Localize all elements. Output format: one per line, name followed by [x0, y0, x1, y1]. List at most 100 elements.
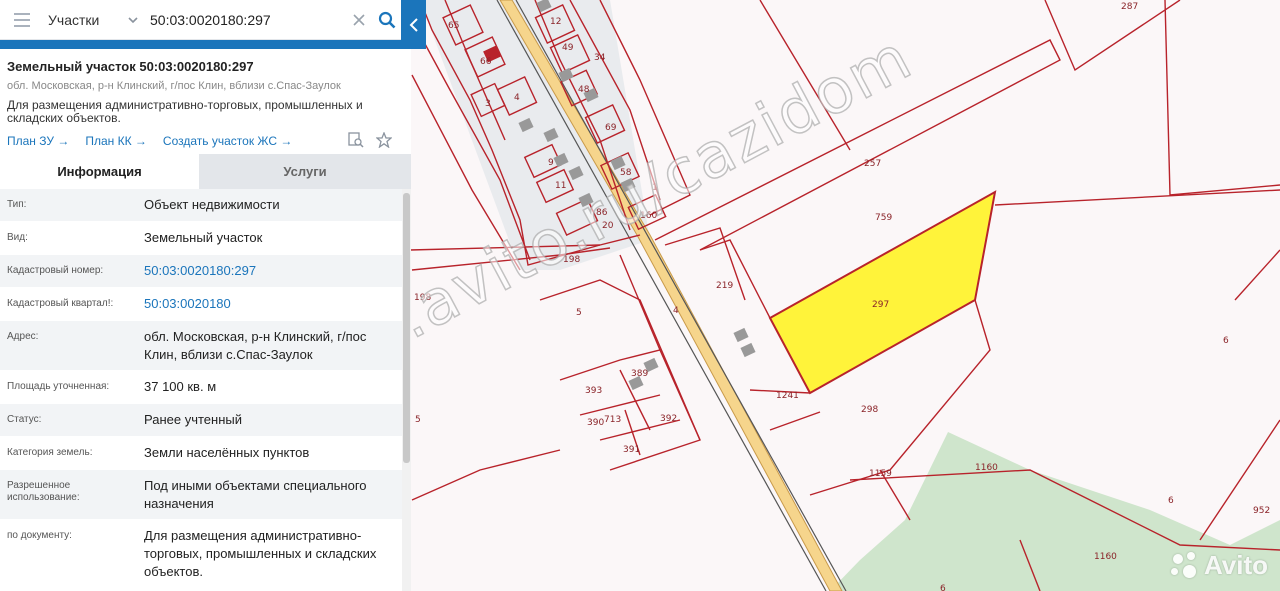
- search-document-icon[interactable]: [347, 131, 365, 149]
- table-row: Кадастровый квартал!: 50:03:0020180: [0, 288, 402, 321]
- avito-logo: Avito: [1170, 550, 1268, 581]
- svg-text:58: 58: [620, 168, 632, 178]
- object-type-select[interactable]: Участки: [44, 12, 142, 28]
- info-panel: Земельный участок 50:03:0020180:297 обл.…: [0, 49, 411, 591]
- svg-text:198: 198: [563, 255, 580, 265]
- svg-text:34: 34: [594, 53, 606, 63]
- row-label: Категория земель:: [7, 447, 93, 458]
- panel-tabs: Информация Услуги: [0, 154, 411, 189]
- svg-text:219: 219: [716, 281, 733, 291]
- card-actions: [347, 131, 393, 149]
- row-label: по документу:: [7, 530, 72, 541]
- row-value: Объект недвижимости: [144, 197, 280, 212]
- svg-text:160: 160: [640, 211, 657, 221]
- svg-text:713: 713: [604, 415, 621, 425]
- tab-information[interactable]: Информация: [0, 154, 199, 189]
- row-value: 37 100 кв. м: [144, 379, 217, 394]
- row-value: Ранее учтенный: [144, 412, 242, 427]
- svg-text:6: 6: [1223, 336, 1229, 346]
- row-label: Адрес:: [7, 331, 39, 342]
- road-edge-left: [496, 0, 827, 591]
- svg-text:6: 6: [1168, 496, 1174, 506]
- svg-text:759: 759: [875, 213, 892, 223]
- header-accent-strip: [0, 40, 426, 49]
- svg-text:11: 11: [555, 181, 566, 191]
- svg-text:66: 66: [480, 57, 492, 67]
- table-row: Тип: Объект недвижимости: [0, 189, 402, 222]
- search-icon[interactable]: [373, 0, 401, 40]
- chevron-down-icon: [128, 16, 138, 23]
- svg-text:3: 3: [485, 99, 491, 109]
- table-row: по документу: Для размещения администрат…: [0, 520, 402, 590]
- row-value: Под иными объектами специального назначе…: [144, 478, 367, 511]
- svg-text:393: 393: [585, 386, 602, 396]
- svg-text:4: 4: [514, 93, 520, 103]
- row-label: Кадастровый квартал!:: [7, 298, 114, 309]
- plan-kk-link[interactable]: План КК →: [85, 134, 147, 148]
- svg-text:69: 69: [605, 123, 617, 133]
- table-row: Адрес: обл. Московская, р-н Клинский, г/…: [0, 321, 402, 371]
- svg-text:5: 5: [415, 415, 421, 425]
- row-label: Кадастровый номер:: [7, 265, 104, 276]
- star-icon[interactable]: [375, 131, 393, 149]
- row-value: Земли населённых пунктов: [144, 445, 310, 460]
- svg-text:257: 257: [864, 159, 881, 169]
- table-row: Кадастровый номер: 50:03:0020180:297: [0, 255, 402, 288]
- plan-zu-link[interactable]: План ЗУ →: [7, 134, 69, 148]
- svg-text:1: 1: [652, 183, 658, 193]
- avito-logo-text: Avito: [1203, 550, 1268, 580]
- svg-text:86: 86: [596, 208, 608, 218]
- svg-text:392: 392: [660, 414, 677, 424]
- svg-text:298: 298: [861, 405, 878, 415]
- row-label: Тип:: [7, 199, 27, 210]
- svg-text:390: 390: [587, 418, 604, 428]
- plan-links: План ЗУ → План КК → Создать участок ЖС →: [7, 134, 292, 148]
- cadastral-quarter-link[interactable]: 50:03:0020180: [144, 288, 402, 320]
- row-value: Земельный участок: [144, 230, 263, 245]
- row-label: Статус:: [7, 414, 42, 425]
- chevron-left-icon: [409, 17, 418, 32]
- svg-text:4: 4: [673, 306, 679, 316]
- clear-icon[interactable]: [345, 0, 373, 40]
- svg-text:297: 297: [872, 300, 889, 310]
- panel-scrollbar[interactable]: [402, 189, 411, 591]
- menu-icon[interactable]: [0, 0, 44, 40]
- svg-text:12: 12: [550, 17, 561, 27]
- parcel-address-short: обл. Московская, р-н Клинский, г/пос Кли…: [7, 80, 341, 92]
- svg-text:1160: 1160: [975, 463, 998, 473]
- svg-text:65: 65: [448, 21, 459, 31]
- table-row: Вид: Земельный участок: [0, 222, 402, 255]
- svg-text:49: 49: [562, 43, 574, 53]
- row-label: Разрешенное использование:: [7, 480, 80, 503]
- tab-services[interactable]: Услуги: [199, 154, 411, 189]
- search-input[interactable]: [142, 4, 345, 35]
- parcel-purpose: Для размещения административно-торговых,…: [7, 98, 363, 125]
- attribute-table: Тип: Объект недвижимости Вид: Земельный …: [0, 189, 402, 590]
- object-type-label: Участки: [48, 11, 100, 28]
- svg-text:1160: 1160: [1094, 552, 1117, 562]
- svg-text:1241: 1241: [776, 391, 799, 401]
- svg-text:20: 20: [602, 221, 614, 231]
- svg-text:952: 952: [1253, 506, 1270, 516]
- svg-text:6: 6: [940, 584, 946, 591]
- svg-text:287: 287: [1121, 2, 1138, 12]
- svg-text:198: 198: [414, 293, 431, 303]
- table-row: Категория земель: Земли населённых пункт…: [0, 437, 402, 470]
- table-row: Разрешенное использование: Под иными объ…: [0, 470, 402, 520]
- svg-text:5: 5: [576, 308, 582, 318]
- svg-text:1159: 1159: [869, 469, 892, 479]
- search-bar: Участки: [0, 0, 401, 40]
- parcel-title: Земельный участок 50:03:0020180:297: [7, 59, 254, 74]
- row-value: Для размещения административно-торговых,…: [144, 528, 377, 579]
- row-label: Площадь уточненная:: [7, 381, 110, 392]
- svg-text:9: 9: [548, 158, 554, 168]
- svg-text:391: 391: [623, 445, 640, 455]
- road-edge-right: [515, 0, 847, 591]
- scrollbar-thumb[interactable]: [403, 193, 410, 463]
- row-label: Вид:: [7, 232, 28, 243]
- cadastral-number-link[interactable]: 50:03:0020180:297: [144, 255, 402, 287]
- row-value: обл. Московская, р-н Клинский, г/пос Кли…: [144, 329, 367, 362]
- create-parcel-link[interactable]: Создать участок ЖС →: [163, 134, 292, 148]
- avito-logo-icon: [1170, 551, 1199, 580]
- svg-text:389: 389: [631, 369, 648, 379]
